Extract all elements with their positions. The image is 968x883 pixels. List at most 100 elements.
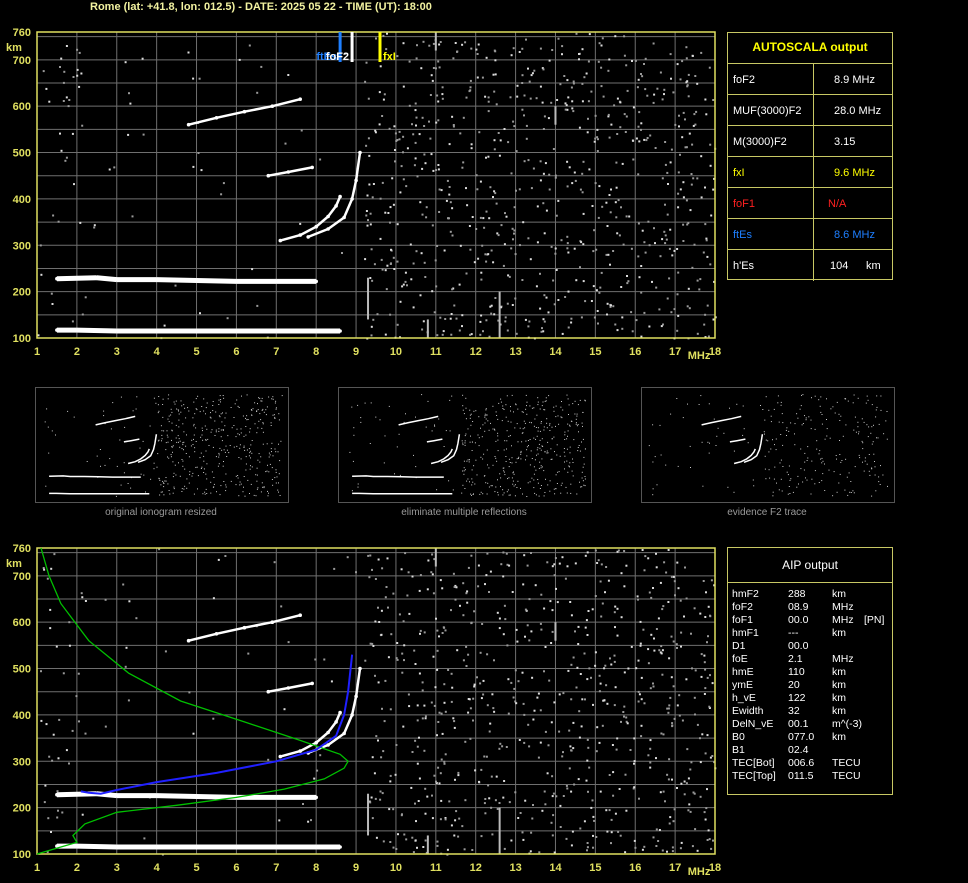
thumb-speckle bbox=[497, 432, 499, 434]
thumb-speckle bbox=[271, 442, 273, 444]
thumb-speckle bbox=[182, 444, 184, 446]
thumb-speckle bbox=[171, 446, 173, 448]
y-tick-label: 100 bbox=[13, 849, 31, 861]
thumb-speckle bbox=[195, 427, 197, 429]
thumb-speckle bbox=[266, 443, 268, 445]
thumb-speckle bbox=[217, 465, 219, 467]
thumb-speckle bbox=[802, 394, 804, 396]
thumb-speckle bbox=[48, 452, 50, 454]
thumb-trace bbox=[729, 438, 746, 443]
thumb-speckle bbox=[109, 458, 111, 460]
thumb-speckle bbox=[510, 421, 512, 423]
thumb-speckle bbox=[243, 445, 245, 447]
thumb-speckle bbox=[509, 462, 511, 463]
thumb-speckle bbox=[871, 443, 873, 445]
thumb-speckle bbox=[525, 394, 527, 396]
thumb-speckle bbox=[421, 394, 423, 396]
thumb-speckle bbox=[652, 488, 654, 490]
thumb-speckle bbox=[500, 398, 502, 400]
thumb-speckle bbox=[542, 401, 544, 403]
thumb-speckle bbox=[463, 467, 465, 469]
aip-unit: m^(-3) bbox=[832, 718, 863, 730]
thumb-speckle bbox=[574, 413, 576, 415]
thumbnail-eliminate-multiple bbox=[338, 387, 592, 503]
thumb-speckle bbox=[159, 479, 161, 481]
thumb-speckle bbox=[143, 474, 145, 476]
thumb-speckle bbox=[665, 464, 667, 466]
thumb-speckle bbox=[535, 494, 537, 496]
thumb-speckle bbox=[278, 413, 280, 415]
thumb-speckle bbox=[526, 449, 528, 451]
thumbnail-original bbox=[35, 387, 289, 503]
aip-name: foF1 bbox=[732, 614, 754, 626]
thumb-speckle bbox=[482, 424, 484, 426]
thumb-speckle bbox=[250, 457, 251, 459]
thumb-speckle bbox=[555, 474, 557, 476]
autoscala-row-m3000f2: M(3000)F2 3.15 bbox=[728, 125, 892, 157]
thumb-speckle bbox=[434, 424, 435, 426]
thumb-speckle bbox=[203, 410, 205, 412]
autoscala-row-fof2: foF2 8.9 MHz bbox=[728, 63, 892, 95]
x-tick-label: 1 bbox=[34, 346, 40, 358]
thumb-speckle bbox=[506, 491, 508, 493]
thumb-speckle bbox=[868, 470, 870, 472]
thumb-speckle bbox=[277, 489, 279, 491]
thumb-speckle bbox=[261, 427, 263, 429]
thumb-speckle bbox=[272, 396, 274, 398]
thumb-speckle bbox=[357, 483, 359, 485]
thumb-speckle bbox=[218, 463, 220, 465]
y-tick-label: 500 bbox=[13, 148, 31, 160]
thumb-speckle bbox=[849, 491, 851, 493]
thumb-speckle bbox=[782, 422, 784, 424]
thumb-speckle bbox=[221, 449, 223, 451]
aip-name: hmF2 bbox=[732, 588, 759, 600]
thumb-speckle bbox=[261, 400, 263, 402]
thumb-speckle bbox=[271, 479, 273, 480]
thumb-speckle bbox=[171, 422, 173, 424]
thumb-speckle bbox=[222, 429, 224, 430]
thumb-speckle bbox=[520, 453, 522, 455]
thumb-speckle bbox=[717, 427, 719, 429]
thumb-speckle bbox=[235, 475, 237, 477]
thumb-speckle bbox=[210, 492, 212, 494]
thumb-speckle bbox=[763, 431, 765, 433]
thumb-speckle bbox=[768, 451, 770, 453]
aip-name: foE bbox=[732, 653, 748, 665]
thumb-speckle bbox=[581, 477, 583, 479]
thumb-speckle bbox=[189, 471, 191, 473]
thumb-speckle bbox=[874, 461, 875, 462]
thumb-speckle bbox=[462, 394, 464, 396]
thumb-speckle bbox=[533, 473, 535, 475]
thumb-speckle bbox=[652, 424, 654, 426]
thumb-speckle bbox=[160, 425, 162, 427]
thumb-speckle bbox=[540, 467, 542, 469]
thumb-speckle bbox=[866, 463, 868, 465]
thumb-speckle bbox=[215, 456, 217, 458]
thumb-speckle bbox=[250, 409, 252, 410]
thumb-speckle bbox=[577, 450, 579, 452]
thumb-speckle bbox=[225, 484, 227, 486]
thumb-speckle bbox=[462, 405, 464, 407]
thumb-speckle bbox=[872, 441, 874, 443]
thumb-speckle bbox=[259, 461, 261, 463]
thumb-speckle bbox=[223, 449, 225, 451]
x-tick-label: 15 bbox=[589, 862, 601, 874]
thumb-speckle bbox=[579, 481, 580, 483]
thumb-speckle bbox=[716, 435, 718, 437]
thumb-speckle bbox=[876, 406, 878, 408]
thumb-speckle bbox=[794, 444, 796, 446]
x-tick-label: 17 bbox=[669, 346, 681, 358]
thumb-speckle bbox=[574, 400, 576, 402]
thumb-speckle bbox=[188, 482, 190, 484]
thumb-speckle bbox=[116, 465, 118, 467]
thumb-speckle bbox=[162, 480, 164, 482]
thumb-speckle bbox=[826, 398, 827, 400]
thumb-speckle bbox=[531, 477, 533, 479]
thumb-speckle bbox=[178, 419, 180, 421]
thumb-speckle bbox=[249, 428, 251, 430]
thumb-speckle bbox=[379, 419, 381, 421]
thumb-speckle bbox=[462, 470, 464, 472]
thumb-speckle bbox=[194, 413, 196, 415]
thumb-speckle bbox=[167, 483, 169, 485]
thumb-speckle bbox=[219, 416, 221, 418]
